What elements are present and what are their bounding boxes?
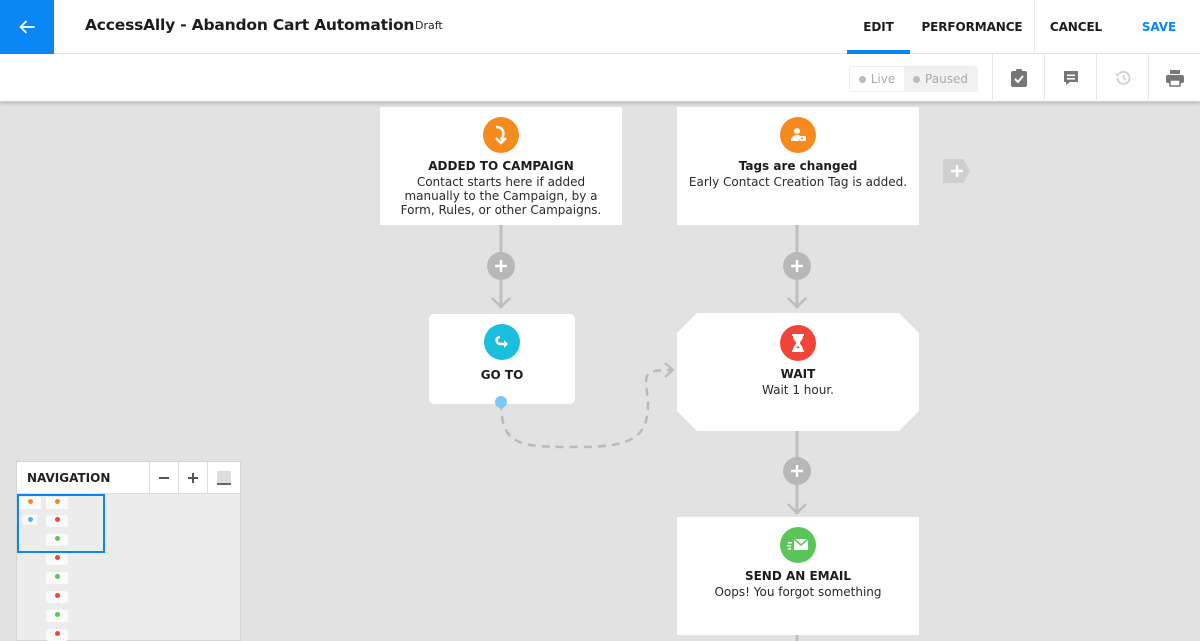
goto-connector-handle[interactable] <box>495 396 507 408</box>
plus-icon <box>188 472 198 483</box>
page-title: AccessAlly - Abandon Cart Automation <box>85 16 415 34</box>
minus-icon <box>159 476 169 479</box>
minimap-node <box>46 591 68 603</box>
save-button[interactable]: SAVE <box>1130 0 1188 54</box>
user-tag-icon <box>780 117 816 153</box>
paused-dot-icon <box>913 75 921 83</box>
redirect-arrow-icon <box>484 324 520 360</box>
live-label: Live <box>870 72 896 86</box>
paused-label: Paused <box>925 72 968 86</box>
hourglass-icon <box>780 325 816 361</box>
minimap-node <box>46 553 68 565</box>
zoom-out-button[interactable] <box>149 462 178 493</box>
node-wait[interactable]: WAIT Wait 1 hour. <box>677 313 919 431</box>
add-step-button[interactable] <box>783 457 811 485</box>
send-email-icon <box>780 527 816 563</box>
add-step-button[interactable] <box>783 252 811 280</box>
comment-icon <box>1063 71 1078 85</box>
print-icon <box>1165 70 1184 87</box>
live-paused-toggle[interactable]: Live Paused <box>849 66 978 92</box>
minimap-viewport[interactable] <box>17 494 105 553</box>
back-button[interactable] <box>0 0 54 54</box>
history-button[interactable] <box>1096 54 1148 102</box>
node-title: WAIT <box>780 367 816 381</box>
navigation-panel: NAVIGATION <box>16 461 241 641</box>
tab-performance[interactable]: PERFORMANCE <box>921 0 1022 54</box>
zoom-in-button[interactable] <box>178 462 207 493</box>
node-description: Wait 1 hour. <box>762 383 834 397</box>
history-icon <box>1114 71 1130 85</box>
live-dot-icon <box>858 75 866 83</box>
node-title: ADDED TO CAMPAIGN <box>428 159 574 173</box>
fit-screen-icon <box>217 470 231 485</box>
node-title: GO TO <box>480 368 524 382</box>
node-description: Contact starts here if added manually to… <box>400 175 602 217</box>
live-option[interactable]: Live <box>850 67 904 91</box>
paused-option[interactable]: Paused <box>904 67 977 91</box>
arrow-down-curve-icon <box>483 117 519 153</box>
node-added-to-campaign[interactable]: ADDED TO CAMPAIGN Contact starts here if… <box>380 107 622 225</box>
top-bar: AccessAlly - Abandon Cart Automation Dra… <box>0 0 1200 54</box>
node-description: Oops! You forgot something <box>714 585 882 599</box>
tab-edit[interactable]: EDIT <box>847 0 910 54</box>
status-label: Draft <box>415 19 443 32</box>
minimap-node <box>46 610 68 622</box>
navigation-title: NAVIGATION <box>27 470 111 485</box>
notes-button[interactable] <box>1044 54 1096 102</box>
fit-screen-button[interactable] <box>207 462 240 493</box>
node-tags-changed[interactable]: Tags are changed Early Contact Creation … <box>677 107 919 225</box>
plus-icon <box>791 465 803 477</box>
minimap-node <box>46 629 68 641</box>
print-button[interactable] <box>1148 54 1200 102</box>
node-description: Early Contact Creation Tag is added. <box>688 175 908 189</box>
plus-icon <box>791 260 803 272</box>
add-step-button[interactable] <box>487 252 515 280</box>
header-divider <box>1034 0 1035 54</box>
plus-icon <box>950 165 963 177</box>
arrow-left-icon <box>19 20 35 34</box>
toolbar: Live Paused <box>0 54 1200 102</box>
node-title: Tags are changed <box>738 159 858 173</box>
plus-icon <box>495 260 507 272</box>
clipboard-check-icon <box>1010 69 1027 87</box>
node-title: SEND AN EMAIL <box>744 569 852 583</box>
node-go-to[interactable]: GO TO <box>429 314 575 408</box>
node-send-email[interactable]: SEND AN EMAIL Oops! You forgot something <box>677 517 919 635</box>
minimap-node <box>46 572 68 584</box>
navigation-header: NAVIGATION <box>17 462 240 494</box>
cancel-button[interactable]: CANCEL <box>1046 0 1106 54</box>
checklist-button[interactable] <box>992 54 1044 102</box>
